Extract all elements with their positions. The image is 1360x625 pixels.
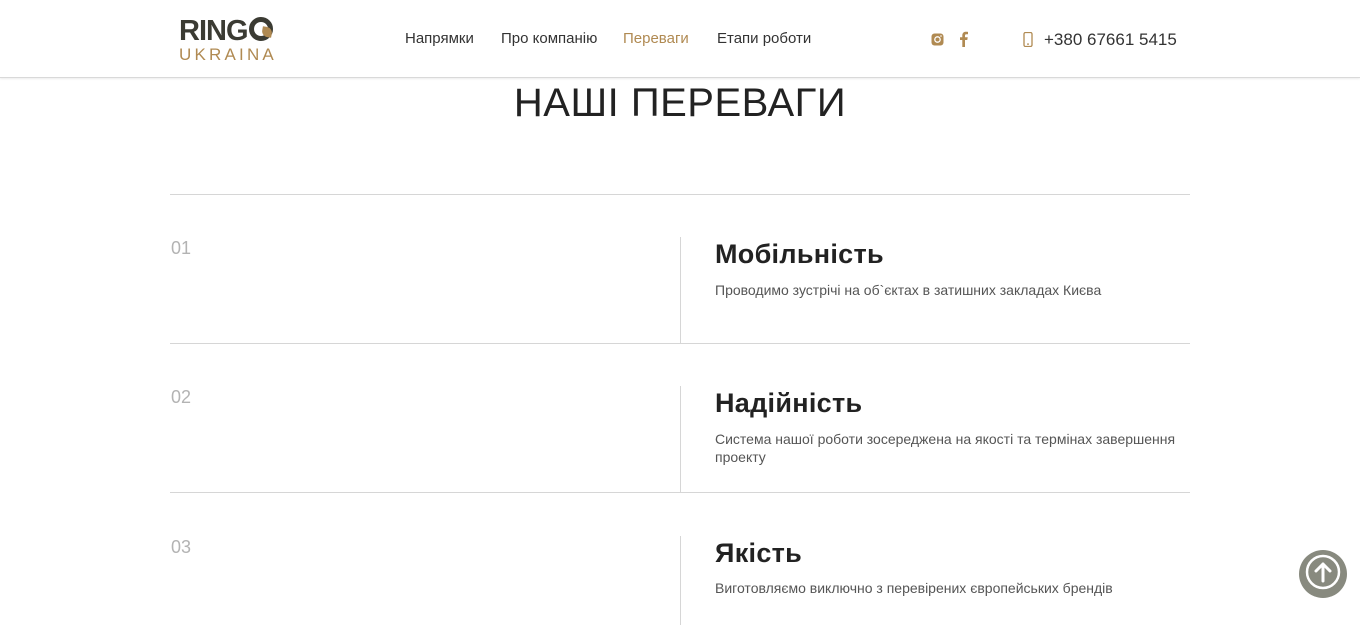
advantage-title: Мобільність xyxy=(715,239,884,269)
divider xyxy=(170,343,1190,344)
instagram-icon[interactable] xyxy=(930,31,944,47)
section-title: НАШІ ПЕРЕВАГИ xyxy=(513,81,847,125)
advantage-title: Якість xyxy=(715,538,803,568)
divider xyxy=(170,492,1190,493)
vertical-divider xyxy=(680,386,681,492)
advantage-number: 01 xyxy=(171,238,192,258)
nav-item-advantages[interactable]: Переваги xyxy=(623,30,689,48)
vertical-divider xyxy=(680,536,681,625)
advantage-number: 03 xyxy=(171,537,192,557)
site-header: RING UKRAINA Напрямки Про компанію Перев… xyxy=(0,0,1360,78)
facebook-icon[interactable] xyxy=(956,31,970,47)
arrow-up-icon xyxy=(1304,553,1342,596)
nav-item-about[interactable]: Про компанію xyxy=(501,30,597,48)
advantage-text: Система нашої роботи зосереджена на якос… xyxy=(715,431,1176,465)
nav-item-directions[interactable]: Напрямки xyxy=(405,30,474,48)
advantage-text: Проводимо зустрічі на об`єктах в затишни… xyxy=(715,282,1102,298)
scroll-to-top-button[interactable] xyxy=(1299,550,1347,598)
phone-icon xyxy=(1023,31,1033,48)
vertical-divider xyxy=(680,237,681,343)
nav-item-work-stages[interactable]: Етапи роботи xyxy=(717,30,811,48)
advantage-number: 02 xyxy=(171,387,192,407)
advantage-text: Виготовляємо виключно з перевірених євро… xyxy=(715,580,1113,596)
advantage-title: Надійність xyxy=(715,388,863,418)
phone-number-link[interactable]: +380 67661 5415 xyxy=(1044,30,1177,50)
divider xyxy=(170,194,1190,195)
